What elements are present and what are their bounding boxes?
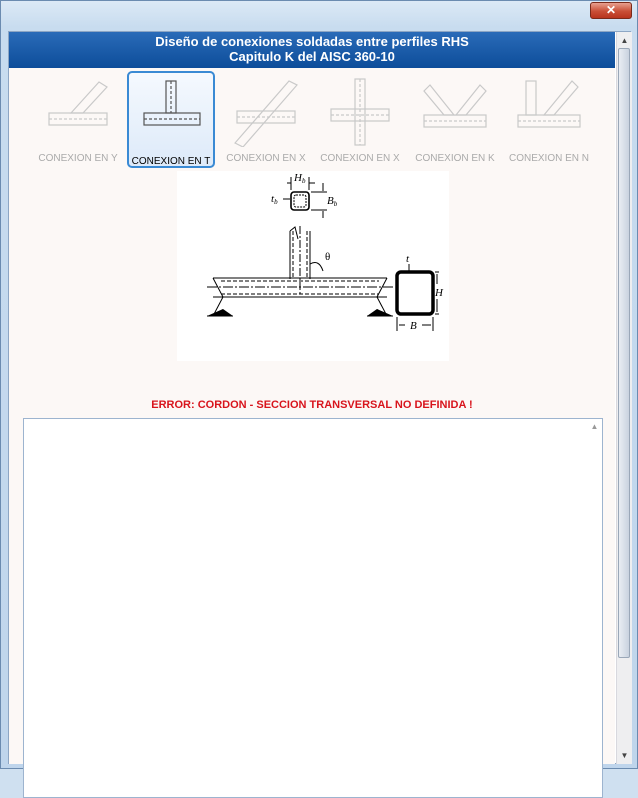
scroll-up-arrow-icon[interactable]: ▲	[617, 33, 632, 48]
svg-text:tb: tb	[271, 193, 278, 206]
tb-subscript: b	[274, 198, 278, 206]
t-connection-schematic: Hb tb Bb θ t H B	[207, 172, 444, 332]
tab-conexion-t[interactable]: CONEXION EN T	[127, 71, 215, 168]
b-label: B	[410, 320, 417, 332]
svg-text:Bb: Bb	[327, 195, 338, 208]
scroll-down-arrow-icon[interactable]: ▼	[617, 748, 632, 763]
scrollbar-thumb[interactable]	[618, 48, 630, 658]
theta-label: θ	[325, 251, 330, 263]
title-line-1: Diseño de conexiones soldadas entre perf…	[155, 34, 469, 49]
tab-label: CONEXION EN X	[320, 153, 400, 164]
connection-diagram: Hb tb Bb θ t H B	[177, 171, 449, 361]
y-connection-icon	[48, 81, 108, 126]
tab-conexion-n[interactable]: CONEXION EN N	[505, 71, 593, 168]
main-panel: CONEXION EN Y CONEXION EN T CONEXION EN …	[9, 68, 615, 798]
tab-label: CONEXION EN T	[131, 156, 211, 167]
cross-connection-icon	[330, 78, 390, 146]
tab-conexion-x-cross[interactable]: CONEXION EN X	[316, 71, 404, 168]
title-line-2: Capitulo K del AISC 360-10	[229, 49, 395, 64]
dialog-client: Diseño de conexiones soldadas entre perf…	[8, 31, 632, 798]
tab-label: CONEXION EN Y	[38, 153, 118, 164]
tab-conexion-y[interactable]: CONEXION EN Y	[34, 71, 122, 168]
bb-subscript: b	[334, 200, 338, 208]
x-connection-icon	[234, 80, 298, 147]
dialog-title: Diseño de conexiones soldadas entre perf…	[9, 32, 615, 68]
h-label: H	[434, 287, 444, 299]
window-frame: ✕ Diseño de conexiones soldadas entre pe…	[0, 0, 638, 798]
hb-subscript: b	[302, 177, 306, 185]
window-scrollbar[interactable]: ▲ ▼	[616, 32, 632, 764]
scroll-up-arrow-icon[interactable]: ▲	[587, 422, 602, 431]
k-connection-icon	[423, 84, 487, 128]
textarea-scrollbar[interactable]: ▲	[587, 419, 602, 797]
tab-label: CONEXION EN N	[508, 153, 589, 164]
error-message: ERROR: CORDON - SECCION TRANSVERSAL NO D…	[151, 399, 473, 411]
tab-conexion-x-diagonal[interactable]: CONEXION EN X	[222, 71, 310, 168]
tab-conexion-k[interactable]: CONEXION EN K	[411, 71, 499, 168]
t-connection-icon	[143, 80, 201, 126]
svg-text:Hb: Hb	[293, 172, 306, 185]
n-connection-icon	[517, 80, 581, 128]
tab-label: CONEXION EN K	[415, 153, 495, 164]
close-button[interactable]: ✕	[590, 2, 632, 19]
tab-label: CONEXION EN X	[226, 153, 306, 164]
t-label: t	[406, 253, 410, 265]
results-textarea[interactable]: ▲	[23, 418, 603, 798]
